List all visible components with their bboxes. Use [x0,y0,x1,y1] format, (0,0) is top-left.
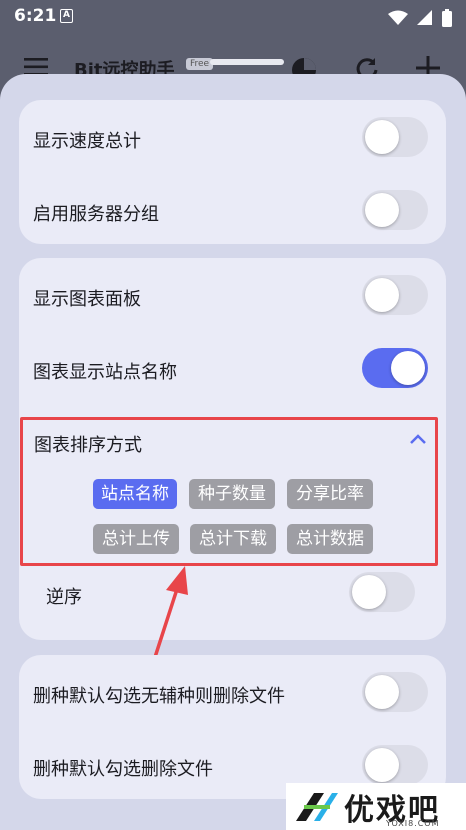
chart-panel-switch[interactable] [362,275,428,315]
delete-no-seed-switch[interactable] [362,672,428,712]
watermark: 优戏吧 YOXI8.COM [286,783,466,830]
status-bar: 6:21 A [0,0,466,34]
status-time: 6:21 [14,6,57,26]
status-icons [384,7,452,27]
setting-label: 启用服务器分组 [33,204,159,225]
reverse-order-label: 逆序 [46,587,82,608]
annotation-highlight-box [20,417,438,566]
watermark-logo-icon [296,793,338,821]
speed-total-switch[interactable] [362,117,428,157]
setting-label: 删种默认勾选删除文件 [33,759,213,780]
sheet-drag-handle[interactable] [210,59,284,65]
chart-site-name-switch[interactable] [362,348,428,388]
reverse-order-switch[interactable] [349,572,415,612]
setting-label: 显示速度总计 [33,131,141,152]
delete-files-switch[interactable] [362,745,428,785]
switch-knob [391,351,425,385]
settings-card-general: 显示速度总计 启用服务器分组 [19,100,446,244]
setting-label: 图表显示站点名称 [33,362,177,383]
wifi-icon [387,10,408,25]
switch-knob [365,193,399,227]
signal-icon [416,9,432,25]
setting-row-server-group[interactable]: 启用服务器分组 [19,174,446,244]
switch-knob [365,120,399,154]
switch-knob [365,675,399,709]
watermark-subtext: YOXI8.COM [386,819,440,828]
setting-row-delete-no-seed[interactable]: 删种默认勾选无辅种则删除文件 [19,655,446,725]
setting-row-speed-total[interactable]: 显示速度总计 [19,100,446,170]
settings-card-delete: 删种默认勾选无辅种则删除文件 删种默认勾选删除文件 [19,655,446,799]
setting-label: 删种默认勾选无辅种则删除文件 [33,686,285,707]
setting-row-chart-site-name[interactable]: 图表显示站点名称 [19,332,446,402]
switch-knob [365,748,399,782]
server-group-switch[interactable] [362,190,428,230]
switch-knob [365,278,399,312]
notification-icon: A [60,9,73,23]
setting-row-chart-panel[interactable]: 显示图表面板 [19,258,446,328]
switch-knob [352,575,386,609]
free-badge: Free [186,58,214,70]
battery-icon [442,8,452,27]
setting-label: 显示图表面板 [33,289,141,310]
